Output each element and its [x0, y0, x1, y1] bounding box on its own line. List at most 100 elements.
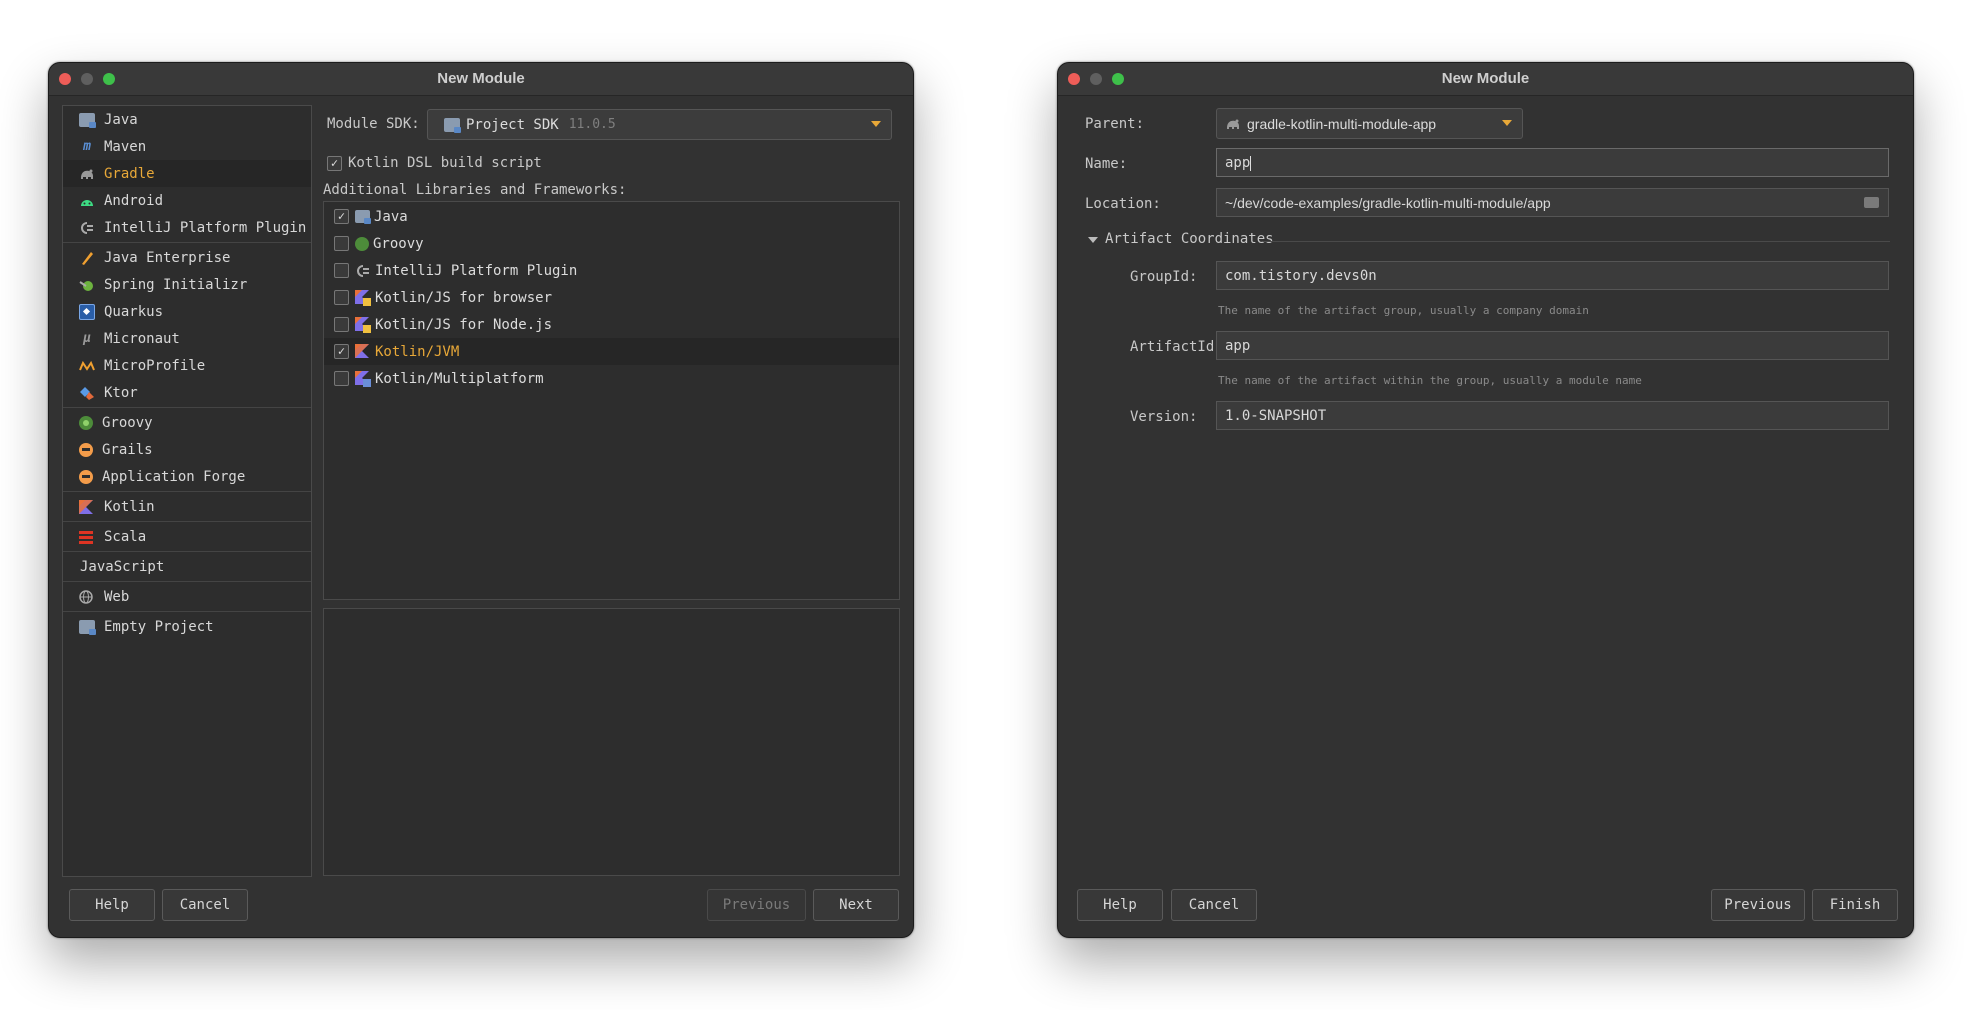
module-type-java-enterprise[interactable]: Java Enterprise — [63, 244, 311, 271]
artifact-coordinates-header[interactable]: Artifact Coordinates — [1105, 231, 1274, 247]
help-button[interactable]: Help — [69, 889, 155, 921]
module-type-label: Scala — [104, 528, 147, 545]
browse-folder-icon[interactable] — [1864, 197, 1879, 208]
framework-kotlin-js-node[interactable]: Kotlin/JS for Node.js — [324, 311, 899, 338]
window-title: New Module — [1441, 70, 1530, 87]
location-input[interactable]: ~/dev/code-examples/gradle-kotlin-multi-… — [1216, 188, 1889, 217]
module-sdk-label: Module SDK: — [327, 116, 420, 132]
help-button[interactable]: Help — [1077, 889, 1163, 921]
module-type-label: Quarkus — [104, 303, 164, 320]
module-type-grails[interactable]: Grails — [63, 436, 311, 463]
module-type-javascript[interactable]: JavaScript — [63, 553, 311, 580]
module-type-label: MicroProfile — [104, 357, 206, 374]
module-type-scala[interactable]: Scala — [63, 523, 311, 550]
text-cursor — [1250, 155, 1252, 171]
module-type-label: Maven — [104, 138, 147, 155]
framework-checkbox[interactable] — [334, 263, 349, 278]
window-title: New Module — [437, 70, 525, 87]
group-separator — [63, 581, 311, 582]
groupid-input[interactable]: com.tistory.devs0n — [1216, 261, 1889, 290]
chevron-down-icon — [871, 121, 881, 127]
module-type-gradle[interactable]: Gradle — [63, 160, 311, 187]
location-label: Location: — [1085, 196, 1161, 212]
cancel-button[interactable]: Cancel — [1171, 889, 1257, 921]
finish-button[interactable]: Finish — [1812, 889, 1898, 921]
framework-label: Kotlin/JS for Node.js — [375, 316, 553, 333]
framework-checkbox[interactable]: ✓ — [334, 344, 349, 359]
framework-checkbox[interactable] — [334, 290, 349, 305]
java-enterprise-icon — [79, 251, 95, 265]
name-input[interactable]: app — [1216, 148, 1889, 177]
spring-icon — [79, 278, 95, 292]
kotlin-js-icon — [355, 316, 371, 333]
previous-button[interactable]: Previous — [707, 889, 806, 921]
artifactid-value: app — [1225, 338, 1251, 354]
framework-checkbox[interactable] — [334, 317, 349, 332]
module-type-label: JavaScript — [80, 558, 165, 575]
ktor-icon — [79, 386, 95, 400]
group-separator — [63, 611, 311, 612]
parent-dropdown[interactable]: gradle-kotlin-multi-module-app — [1216, 108, 1523, 139]
maven-icon: m — [83, 138, 91, 154]
framework-intellij-plugin[interactable]: IntelliJ Platform Plugin — [324, 257, 899, 284]
cancel-button[interactable]: Cancel — [162, 889, 248, 921]
frameworks-list: ✓ Java Groovy IntelliJ Platform Plugin K… — [323, 201, 900, 600]
framework-label: IntelliJ Platform Plugin — [375, 262, 578, 279]
groovy-icon — [79, 415, 93, 430]
module-type-label: Grails — [102, 441, 153, 458]
parent-value: gradle-kotlin-multi-module-app — [1247, 115, 1437, 132]
micronaut-icon: μ — [83, 330, 91, 346]
module-type-web[interactable]: Web — [63, 583, 311, 610]
module-type-application-forge[interactable]: Application Forge — [63, 463, 311, 490]
java-folder-icon — [79, 112, 96, 128]
chevron-down-icon — [1502, 120, 1512, 126]
kotlin-dsl-checkbox[interactable]: ✓ — [327, 155, 342, 171]
framework-java[interactable]: ✓ Java — [324, 203, 899, 230]
quarkus-icon — [79, 303, 95, 320]
kotlin-dsl-checkbox-row[interactable]: ✓ Kotlin DSL build script — [327, 155, 542, 171]
module-type-empty-project[interactable]: Empty Project — [63, 613, 311, 640]
module-type-java[interactable]: Java — [63, 106, 311, 133]
module-sdk-dropdown[interactable]: Project SDK 11.0.5 — [427, 109, 892, 140]
module-type-label: Micronaut — [104, 330, 180, 347]
module-type-ktor[interactable]: Ktor — [63, 379, 311, 406]
name-label: Name: — [1085, 156, 1128, 172]
module-type-kotlin[interactable]: Kotlin — [63, 493, 311, 520]
previous-button[interactable]: Previous — [1711, 889, 1805, 921]
framework-checkbox[interactable] — [334, 371, 349, 386]
plugin-icon — [79, 221, 95, 235]
framework-kotlin-js-browser[interactable]: Kotlin/JS for browser — [324, 284, 899, 311]
sdk-name: Project SDK — [466, 116, 559, 133]
framework-kotlin-multiplatform[interactable]: Kotlin/Multiplatform — [324, 365, 899, 392]
new-module-window-details: New Module Parent: gradle-kotlin-multi-m… — [1057, 62, 1914, 938]
version-input[interactable]: 1.0-SNAPSHOT — [1216, 401, 1889, 430]
module-type-maven[interactable]: m Maven — [63, 133, 311, 160]
groupid-value: com.tistory.devs0n — [1225, 268, 1377, 284]
framework-kotlin-jvm[interactable]: ✓ Kotlin/JVM — [324, 338, 899, 365]
module-type-spring-initializr[interactable]: Spring Initializr — [63, 271, 311, 298]
module-type-micronaut[interactable]: μ Micronaut — [63, 325, 311, 352]
version-value: 1.0-SNAPSHOT — [1225, 408, 1327, 424]
group-separator — [63, 521, 311, 522]
module-type-intellij-plugin[interactable]: IntelliJ Platform Plugin — [63, 214, 311, 241]
next-button[interactable]: Next — [813, 889, 899, 921]
group-separator — [63, 551, 311, 552]
groupid-hint: The name of the artifact group, usually … — [1218, 304, 1589, 317]
module-type-label: Java Enterprise — [104, 249, 231, 266]
module-type-quarkus[interactable]: Quarkus — [63, 298, 311, 325]
android-icon — [79, 194, 95, 208]
chevron-down-icon[interactable] — [1088, 237, 1098, 243]
grails-icon — [79, 442, 93, 457]
framework-groovy[interactable]: Groovy — [324, 230, 899, 257]
group-separator — [63, 242, 311, 243]
framework-checkbox[interactable] — [334, 236, 349, 251]
module-type-microprofile[interactable]: MicroProfile — [63, 352, 311, 379]
module-type-android[interactable]: Android — [63, 187, 311, 214]
module-type-groovy[interactable]: Groovy — [63, 409, 311, 436]
framework-checkbox[interactable]: ✓ — [334, 209, 349, 224]
frameworks-label: Additional Libraries and Frameworks: — [323, 182, 627, 198]
framework-label: Java — [374, 208, 408, 225]
artifactid-input[interactable]: app — [1216, 331, 1889, 360]
empty-project-folder-icon — [79, 619, 96, 635]
artifactid-label: ArtifactId: — [1130, 339, 1223, 355]
